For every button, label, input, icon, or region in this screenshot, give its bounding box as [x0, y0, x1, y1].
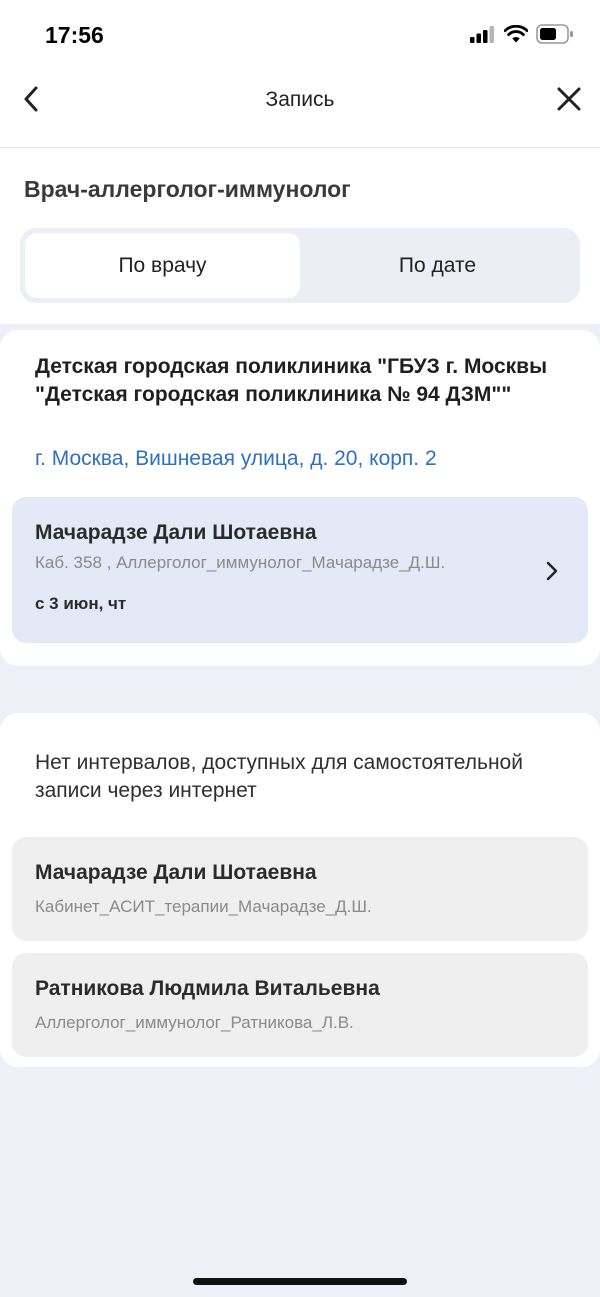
no-intervals-message: Нет интервалов, доступных для самостояте… — [35, 751, 523, 802]
doctor-name: Ратникова Людмила Витальевна — [35, 977, 380, 1000]
doctor-tile-available[interactable]: Мачарадзе Дали Шотаевна Каб. 358 , Аллер… — [12, 497, 588, 643]
unavailable-card: Нет интервалов, доступных для самостояте… — [0, 713, 600, 1067]
tab-by-date[interactable]: По дате — [300, 233, 575, 298]
doctor-tile-unavailable: Мачарадзе Дали Шотаевна Кабинет_АСИТ_тер… — [12, 837, 588, 941]
page-title: Запись — [265, 88, 335, 111]
status-icons — [470, 23, 574, 49]
doctor-name: Мачарадзе Дали Шотаевна — [35, 861, 317, 884]
specialty-title: Врач-аллерголог-иммунолог — [24, 176, 351, 202]
close-button[interactable] — [552, 84, 586, 118]
clinic-name: Детская городская поликлиника "ГБУЗ г. М… — [35, 355, 548, 406]
doctor-room: Аллерголог_иммунолог_Ратникова_Л.В. — [35, 1013, 354, 1032]
battery-icon — [536, 23, 574, 49]
close-icon — [557, 87, 581, 116]
clinic-card: Детская городская поликлиника "ГБУЗ г. М… — [0, 330, 600, 666]
doctor-available-date: с 3 июн, чт — [35, 594, 127, 613]
segmented-control: По врачу По дате — [20, 228, 580, 303]
status-time: 17:56 — [45, 22, 104, 48]
tab-by-doctor[interactable]: По врачу — [25, 233, 300, 298]
home-indicator — [193, 1278, 407, 1285]
header-section: Врач-аллерголог-иммунолог По врачу По да… — [0, 148, 600, 324]
chevron-right-icon — [542, 559, 562, 583]
doctor-room: Кабинет_АСИТ_терапии_Мачарадзе_Д.Ш. — [35, 897, 372, 916]
wifi-icon — [503, 24, 529, 48]
doctor-name: Мачарадзе Дали Шотаевна — [35, 521, 317, 544]
clinic-address-link[interactable]: г. Москва, Вишневая улица, д. 20, корп. … — [35, 447, 437, 471]
doctor-room: Каб. 358 , Аллерголог_иммунолог_Мачарадз… — [35, 553, 446, 572]
status-bar: 17:56 — [0, 0, 600, 70]
cellular-signal-icon — [470, 25, 496, 48]
doctor-tile-unavailable: Ратникова Людмила Витальевна Аллерголог_… — [12, 953, 588, 1057]
nav-bar: Запись — [0, 70, 600, 148]
